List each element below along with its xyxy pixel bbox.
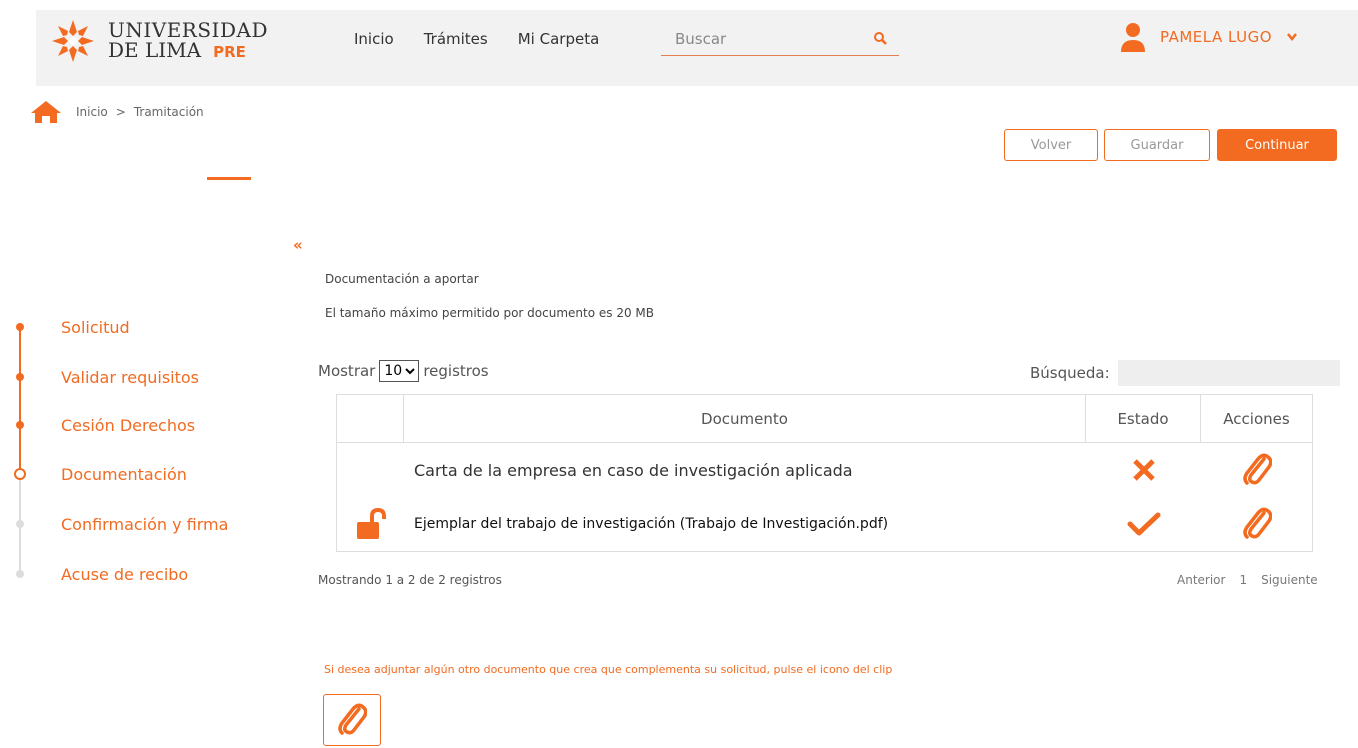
header-estado[interactable]: Estado — [1086, 395, 1201, 442]
step-pending-dot — [16, 520, 24, 528]
documents-table: Documento Estado Acciones Carta de la em… — [336, 394, 1313, 552]
university-logo[interactable]: UNIVERSIDAD DE LIMA PRE — [50, 18, 268, 64]
header-documento[interactable]: Documento — [404, 395, 1086, 442]
paperclip-icon[interactable] — [1242, 507, 1272, 541]
nav-tramites[interactable]: Trámites — [424, 30, 488, 48]
unlock-icon[interactable] — [356, 508, 386, 540]
logo-star-icon — [52, 20, 94, 62]
main-nav: Inicio Trámites Mi Carpeta — [354, 30, 599, 48]
paperclip-icon[interactable] — [1242, 453, 1272, 487]
nav-inicio[interactable]: Inicio — [354, 30, 394, 48]
step-label: Acuse de recibo — [61, 564, 189, 584]
x-icon — [1132, 459, 1155, 481]
step-label: Solicitud — [61, 317, 130, 337]
step-validar-requisitos[interactable]: Validar requisitos — [12, 363, 282, 391]
user-menu[interactable]: PAMELA LUGO — [1120, 22, 1298, 52]
records-label: registros — [423, 362, 489, 380]
step-label: Documentación — [61, 464, 187, 484]
table-search: Búsqueda: — [1030, 360, 1340, 386]
header-icon-col[interactable] — [337, 395, 404, 442]
page-size-control: Mostrar 10 registros — [318, 360, 489, 382]
step-pending-dot — [16, 570, 24, 578]
step-label: Validar requisitos — [61, 367, 200, 387]
step-label: Confirmación y firma — [61, 514, 229, 534]
document-name: Ejemplar del trabajo de investigación (T… — [414, 516, 889, 532]
search-label: Búsqueda: — [1030, 364, 1110, 382]
step-solicitud[interactable]: Solicitud — [12, 313, 282, 341]
table-header-row: Documento Estado Acciones — [337, 395, 1312, 443]
header-search — [661, 26, 899, 56]
logo-pre-badge: PRE — [213, 43, 246, 61]
paperclip-icon — [338, 703, 367, 735]
breadcrumb-home[interactable]: Inicio — [76, 105, 108, 119]
step-done-dot — [16, 323, 24, 331]
size-limit-note: El tamaño máximo permitido por documento… — [325, 306, 655, 320]
search-input[interactable] — [661, 26, 861, 52]
check-icon — [1127, 512, 1160, 536]
step-done-dot — [16, 421, 24, 429]
breadcrumb-current: Tramitación — [133, 105, 204, 119]
user-icon — [1121, 23, 1145, 52]
logo-title: UNIVERSIDAD — [108, 18, 268, 42]
pagination: Anterior 1 Siguiente — [1177, 573, 1318, 587]
table-info: Mostrando 1 a 2 de 2 registros — [318, 573, 502, 587]
step-documentacion[interactable]: Documentación — [12, 460, 282, 488]
search-icon[interactable] — [873, 31, 887, 45]
attach-document-button[interactable] — [323, 694, 381, 746]
table-row: Ejemplar del trabajo de investigación (T… — [337, 497, 1312, 551]
step-acuse-recibo[interactable]: Acuse de recibo — [12, 560, 282, 588]
page-size-select[interactable]: 10 — [379, 360, 420, 382]
logo-subtitle: DE LIMA — [108, 38, 202, 62]
table-row: Carta de la empresa en caso de investiga… — [337, 443, 1312, 497]
pagination-prev[interactable]: Anterior — [1177, 573, 1225, 587]
home-icon[interactable] — [30, 100, 62, 124]
steps-progress-line — [19, 327, 21, 477]
step-done-dot — [16, 373, 24, 381]
pagination-page[interactable]: 1 — [1239, 573, 1247, 587]
volver-button[interactable]: Volver — [1004, 129, 1098, 161]
step-cesion-derechos[interactable]: Cesión Derechos — [12, 411, 282, 439]
top-header: UNIVERSIDAD DE LIMA PRE Inicio Trámites M… — [36, 10, 1358, 86]
table-search-input[interactable] — [1117, 360, 1340, 386]
chevron-down-icon — [1287, 33, 1298, 42]
section-title: Documentación a aportar — [325, 272, 479, 286]
breadcrumb: Inicio > Tramitación — [30, 100, 204, 124]
active-tab-indicator — [207, 177, 251, 180]
nav-mi-carpeta[interactable]: Mi Carpeta — [518, 30, 600, 48]
header-acciones[interactable]: Acciones — [1201, 395, 1312, 442]
breadcrumb-separator: > — [115, 105, 126, 119]
step-label: Cesión Derechos — [61, 415, 196, 435]
show-label: Mostrar — [318, 362, 376, 380]
pagination-next[interactable]: Siguiente — [1261, 573, 1318, 587]
user-name: PAMELA LUGO — [1160, 28, 1273, 46]
attach-instructions: Si desea adjuntar algún otro documento q… — [324, 663, 893, 676]
guardar-button[interactable]: Guardar — [1104, 129, 1210, 161]
continuar-button[interactable]: Continuar — [1217, 129, 1337, 161]
step-current-dot — [14, 468, 26, 480]
document-name: Carta de la empresa en caso de investiga… — [414, 460, 853, 480]
collapse-sidebar-button[interactable]: « — [293, 236, 303, 254]
step-confirmacion-firma[interactable]: Confirmación y firma — [12, 510, 282, 538]
